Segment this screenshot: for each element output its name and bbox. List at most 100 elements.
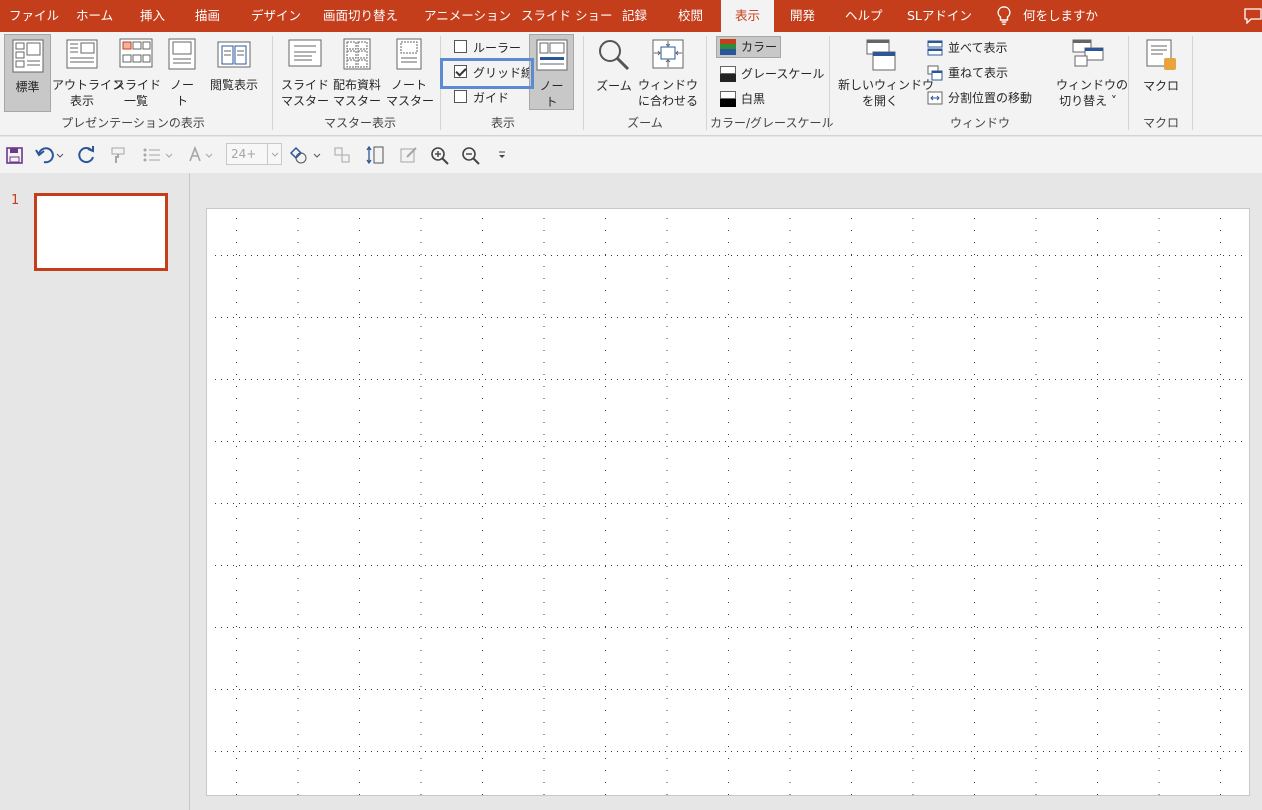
- color-icon: [720, 38, 736, 55]
- slide-sorter-label: スライド 一覧: [113, 78, 162, 108]
- tab-slideshow[interactable]: スライド ショー: [521, 0, 612, 32]
- move-split-icon: [927, 91, 943, 104]
- tell-me-search[interactable]: 何をしますか: [1023, 0, 1098, 32]
- move-split-label: 分割位置の移動: [948, 91, 1033, 105]
- tab-animations[interactable]: アニメーション: [424, 0, 511, 32]
- tab-developer[interactable]: 開発: [790, 0, 815, 32]
- normal-view-button[interactable]: 標準: [4, 34, 51, 112]
- tab-transitions[interactable]: 画面切り替え: [323, 0, 398, 32]
- tab-insert[interactable]: 挿入: [140, 0, 165, 32]
- tab-review[interactable]: 校閲: [678, 0, 703, 32]
- tab-home[interactable]: ホーム: [76, 0, 113, 32]
- group-label-show: 表示: [490, 116, 515, 130]
- new-window-icon: [866, 39, 896, 71]
- tab-view[interactable]: 表示: [721, 0, 774, 32]
- group-divider: [583, 36, 584, 130]
- font-size-dropdown[interactable]: [267, 144, 281, 164]
- outline-view-label: アウトライン 表示: [52, 78, 125, 108]
- fit-to-window-button[interactable]: ウィンドウ に合わせる: [638, 34, 698, 112]
- handout-master-button[interactable]: 配布資料 マスター: [330, 34, 384, 112]
- notes-pane-button[interactable]: ノート: [529, 34, 574, 110]
- tab-draw[interactable]: 描画: [195, 0, 220, 32]
- outline-view-button[interactable]: アウトライン 表示: [52, 34, 125, 112]
- group-divider: [272, 36, 273, 130]
- switch-windows-icon: [1072, 39, 1104, 67]
- grayscale-button[interactable]: グレースケール: [720, 63, 824, 85]
- cascade-icon: [927, 65, 943, 80]
- normal-view-label: 標準: [15, 80, 40, 94]
- chevron-down-icon: ˅: [1107, 94, 1117, 108]
- tab-record[interactable]: 記録: [622, 0, 647, 32]
- text-direction-icon[interactable]: [364, 145, 386, 165]
- chevron-down-icon: [271, 152, 279, 157]
- slide-master-button[interactable]: スライド マスター: [281, 34, 330, 112]
- format-painter-icon[interactable]: [108, 145, 130, 165]
- bullets-icon[interactable]: [140, 145, 176, 165]
- ruler-checkbox[interactable]: ルーラー: [454, 37, 521, 59]
- zoom-in-icon[interactable]: [429, 145, 451, 165]
- arrange-all-icon: [927, 40, 943, 55]
- group-label-zoom: ズーム: [627, 116, 663, 130]
- customize-toolbar-icon[interactable]: [494, 145, 510, 165]
- tab-file[interactable]: ファイル: [9, 0, 59, 32]
- color-button[interactable]: カラー: [716, 36, 782, 58]
- zoom-button[interactable]: ズーム: [592, 34, 636, 112]
- guides-label: ガイド: [473, 91, 510, 105]
- guides-check-box[interactable]: [454, 90, 467, 103]
- notes-page-label: ノート: [169, 78, 194, 108]
- font-size-box[interactable]: 24+: [226, 143, 282, 165]
- new-window-button[interactable]: 新しいウィンドウ を開く: [838, 34, 935, 112]
- macros-label: マクロ: [1142, 79, 1179, 93]
- font-color-icon[interactable]: [186, 145, 220, 165]
- slide-master-icon: [288, 39, 321, 67]
- edit-shape-icon[interactable]: [398, 145, 420, 165]
- shapes-icon[interactable]: [288, 145, 324, 165]
- ruler-label: ルーラー: [473, 41, 522, 55]
- gridlines-overlay: [207, 209, 1249, 795]
- notes-master-icon: [396, 38, 422, 70]
- guides-checkbox[interactable]: ガイド: [454, 87, 509, 109]
- tab-design[interactable]: デザイン: [251, 0, 301, 32]
- slide-canvas[interactable]: [206, 208, 1250, 796]
- arrange-all-button[interactable]: 並べて表示: [927, 37, 1008, 59]
- magnifier-icon: [599, 40, 630, 71]
- ribbon: 標準 アウトライン 表示 スライド 一覧 ノート 閲覧表示 プレゼンテーションの…: [0, 32, 1262, 160]
- fit-to-window-icon: [652, 39, 684, 69]
- quick-access-toolbar: 24+: [0, 137, 1262, 173]
- black-white-button[interactable]: 白黒: [720, 88, 765, 110]
- slide-thumbnail[interactable]: [34, 193, 168, 271]
- group-objects-icon[interactable]: [332, 145, 354, 165]
- zoom-out-icon[interactable]: [460, 145, 482, 165]
- macros-button[interactable]: マクロ: [1137, 34, 1185, 112]
- font-size-value: 24+: [231, 147, 257, 161]
- group-divider: [1128, 36, 1129, 130]
- notes-page-icon: [168, 38, 196, 70]
- notes-page-button[interactable]: ノート: [162, 34, 202, 112]
- comment-icon[interactable]: [1244, 8, 1262, 24]
- cascade-label: 重ねて表示: [948, 66, 1009, 80]
- notes-pane-label: ノート: [539, 79, 564, 109]
- tab-sl-addin[interactable]: SLアドイン: [907, 0, 972, 32]
- slide-master-label: スライド マスター: [281, 78, 330, 108]
- group-label-color: カラー/グレースケール: [710, 116, 834, 130]
- tab-help[interactable]: ヘルプ: [845, 0, 883, 32]
- lightbulb-icon[interactable]: [997, 6, 1011, 26]
- move-split-button[interactable]: 分割位置の移動: [927, 87, 1032, 109]
- undo-icon[interactable]: [34, 145, 64, 165]
- ribbon-tab-bar: ファイル ホーム 挿入 描画 デザイン 画面切り替え アニメーション スライド …: [0, 0, 1262, 32]
- handout-master-icon: [343, 38, 371, 70]
- cascade-button[interactable]: 重ねて表示: [927, 62, 1008, 84]
- black-white-icon: [720, 90, 736, 107]
- slide-number: 1: [11, 193, 20, 208]
- group-divider: [706, 36, 707, 130]
- notes-master-button[interactable]: ノート マスター: [386, 34, 434, 112]
- new-window-label: 新しいウィンドウ を開く: [838, 78, 935, 108]
- reading-view-button[interactable]: 閲覧表示: [205, 34, 263, 112]
- ruler-check-box[interactable]: [454, 40, 467, 53]
- switch-windows-button[interactable]: ウィンドウの 切り替え ˅: [1056, 34, 1128, 112]
- group-label-macros: マクロ: [1142, 116, 1179, 130]
- redo-icon[interactable]: [76, 145, 98, 165]
- grayscale-label: グレースケール: [741, 67, 825, 81]
- save-icon[interactable]: [4, 145, 26, 165]
- slide-sorter-button[interactable]: スライド 一覧: [113, 34, 162, 112]
